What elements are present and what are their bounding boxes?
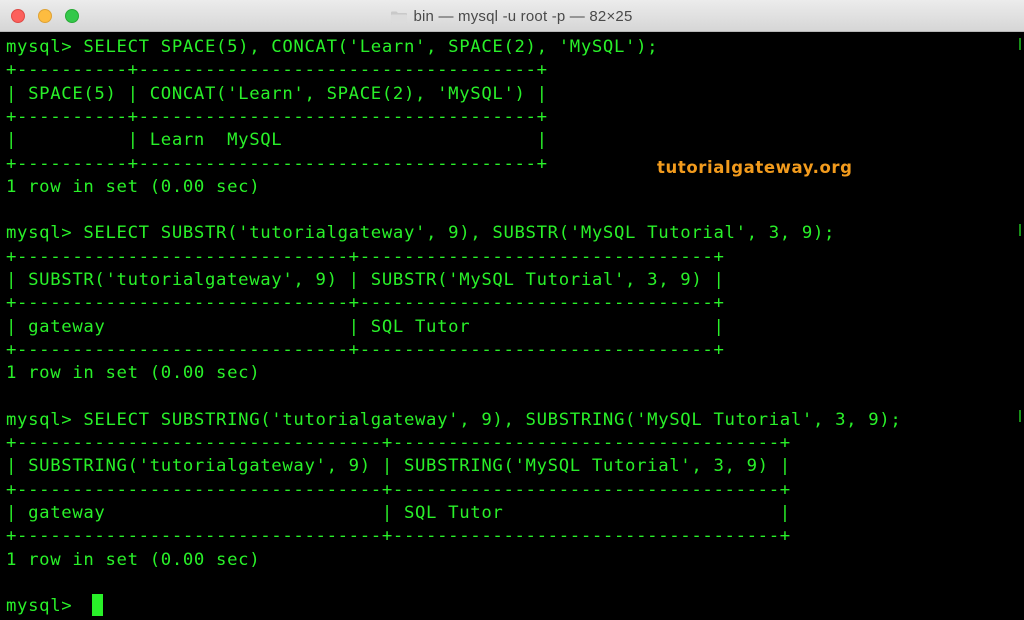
- text-cursor: [92, 594, 103, 616]
- terminal-line: +----------+----------------------------…: [6, 60, 548, 81]
- folder-icon: [391, 11, 408, 23]
- terminal-line: +----------+----------------------------…: [6, 153, 548, 174]
- terminal-line: +---------------------------------+-----…: [6, 433, 791, 454]
- terminal-line: | SUBSTRING('tutorialgateway', 9) | SUBS…: [6, 456, 791, 477]
- terminal-content[interactable]: mysql> SELECT SPACE(5), CONCAT('Learn', …: [0, 32, 1024, 620]
- prompt-line: mysql>: [6, 596, 84, 617]
- watermark-logo: tutorialgateway.org: [657, 158, 853, 177]
- terminal-line: | SUBSTR('tutorialgateway', 9) | SUBSTR(…: [6, 270, 725, 290]
- terminal-line: +---------------------------------+-----…: [6, 479, 791, 500]
- terminal-window: bin — mysql -u root -p — 82×25 mysql> SE…: [0, 0, 1024, 620]
- terminal-line: 1 row in set (0.00 sec): [6, 549, 261, 570]
- terminal-line: +----------+----------------------------…: [6, 106, 548, 127]
- terminal-line: 1 row in set (0.00 sec): [6, 363, 261, 384]
- scroll-marker: [1019, 38, 1021, 50]
- terminal-line: +------------------------------+--------…: [6, 339, 725, 360]
- terminal-line: +------------------------------+--------…: [6, 246, 725, 267]
- title-group: bin — mysql -u root -p — 82×25: [0, 0, 1024, 32]
- scroll-marker: [1019, 224, 1021, 236]
- terminal-line: 1 row in set (0.00 sec): [6, 176, 261, 197]
- terminal-line: | | Learn MySQL |: [6, 130, 548, 151]
- terminal-line: | gateway | SQL Tutor |: [6, 316, 725, 337]
- scroll-marker: [1019, 410, 1021, 422]
- terminal-line: +---------------------------------+-----…: [6, 526, 791, 547]
- terminal-line: | gateway | SQL Tutor |: [6, 503, 791, 523]
- terminal-line: | SPACE(5) | CONCAT('Learn', SPACE(2), '…: [6, 83, 548, 104]
- terminal-line: mysql> SELECT SPACE(5), CONCAT('Learn', …: [6, 37, 659, 57]
- title-bar[interactable]: bin — mysql -u root -p — 82×25: [0, 0, 1024, 32]
- terminal-line: mysql> SELECT SUBSTR('tutorialgateway', …: [6, 223, 836, 244]
- terminal-line: mysql> SELECT SUBSTRING('tutorialgateway…: [6, 409, 902, 430]
- terminal-line: +------------------------------+--------…: [6, 293, 725, 314]
- window-title: bin — mysql -u root -p — 82×25: [413, 7, 633, 25]
